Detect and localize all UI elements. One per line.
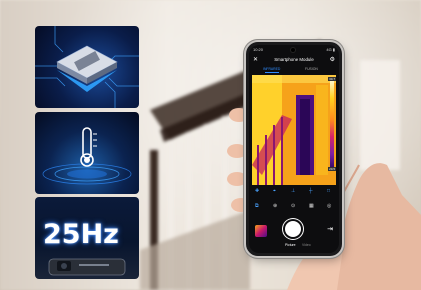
more-icon[interactable]: □ [327,188,330,194]
capture-bar: ⇥ Picture Video [249,219,339,253]
palette-icon[interactable]: ⧉ [255,203,259,209]
app-header: ✕ Smartphone Module ⚙ [249,55,339,65]
crosshair-icon[interactable]: ⌖ [273,188,276,194]
tile-chip [35,26,139,108]
active-tab-indicator [265,72,279,73]
mode-video[interactable]: Video [302,243,311,247]
gear-icon[interactable]: ⚙ [330,56,335,63]
plus-icon[interactable]: ✚ [255,188,259,194]
grid-icon[interactable]: ▦ [309,203,314,209]
thermometer-icon [42,127,132,185]
distance-icon[interactable]: ⊙ [291,203,295,209]
phone-screen: 10:20 4G ▮ ✕ Smartphone Module ⚙ INFRARE… [249,45,339,253]
product-banner: 25Hz 10:20 4G ▮ ✕ Smartphone Module ⚙ IN… [0,0,421,290]
thermal-image [252,75,336,185]
temperature-scale [330,81,334,167]
gallery-thumbnail[interactable] [255,225,267,237]
tab-fusion[interactable]: FUSION [305,67,318,71]
chip-icon [35,26,139,108]
device-module-icon [48,258,126,276]
tab-infrared[interactable]: INFRARED [263,67,280,71]
smartphone: 10:20 4G ▮ ✕ Smartphone Module ⚙ INFRARE… [246,42,342,256]
circle-icon[interactable]: ◎ [327,203,331,209]
status-time: 10:20 [253,47,264,52]
front-camera [291,48,295,52]
probe-icon[interactable]: ⊥ [291,188,295,194]
tile-frame-rate: 25Hz [35,197,139,279]
scale-max: 30.7 [328,77,336,81]
view-tabs: INFRARED FUSION [249,67,339,73]
app-title: Smartphone Module [274,57,314,62]
switch-camera-icon[interactable]: ⇥ [327,225,333,233]
mode-toolbar: ⧉ ⊕ ⊙ ▦ ◎ [249,203,339,213]
tile-temperature [35,112,139,194]
thermal-view[interactable]: 30.7 20.5 [252,75,336,185]
box-icon[interactable]: ┼ [309,188,313,194]
shutter-button[interactable] [285,221,301,237]
target-icon[interactable]: ⊕ [273,203,277,209]
mode-picture[interactable]: Picture [285,243,296,247]
measurement-toolbar: ✚ ⌖ ⊥ ┼ □ [249,188,339,198]
status-indicators: 4G ▮ [326,47,335,52]
scale-min: 20.5 [328,167,336,171]
